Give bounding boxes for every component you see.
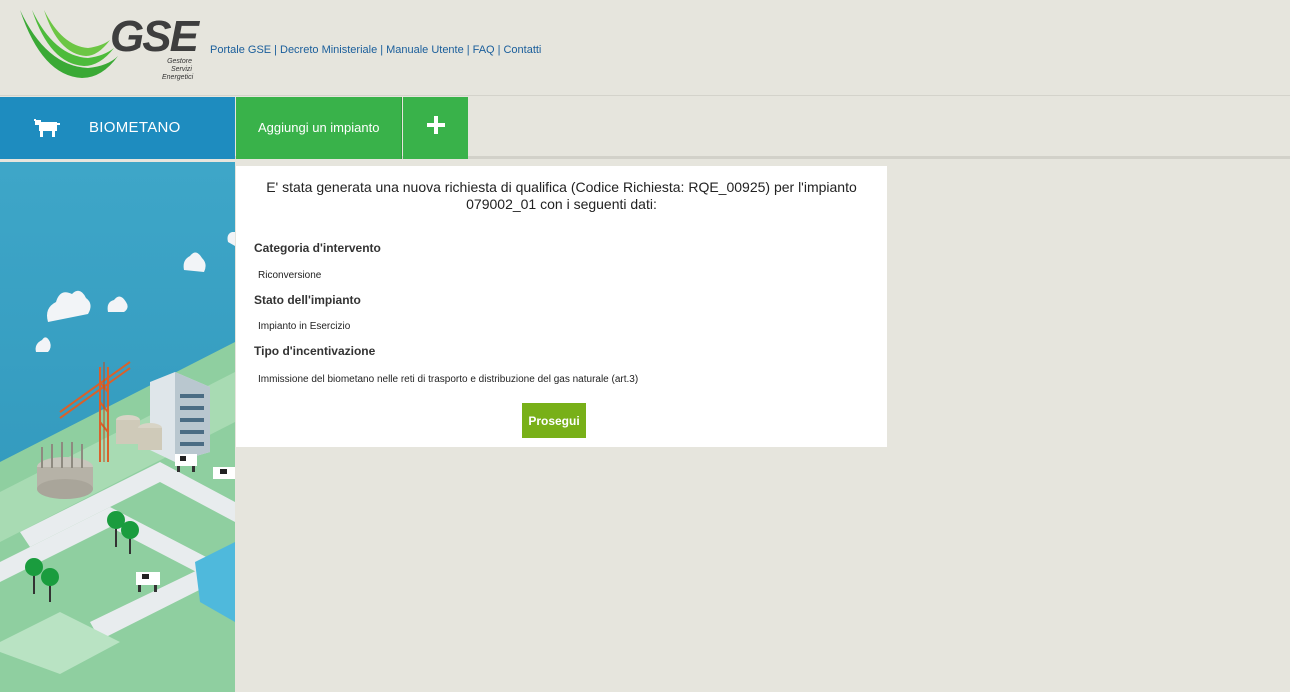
link-separator: | [274, 44, 277, 56]
biomethane-landscape-illustration [0, 162, 235, 692]
add-plant-label: Aggiungi un impianto [258, 120, 380, 135]
gse-logo-swoosh-icon [20, 10, 118, 78]
section-title-tipo-incentivazione: Tipo d'incentivazione [254, 344, 376, 358]
nav-bar: BIOMETANO Aggiungi un impianto [0, 97, 1290, 159]
section-title-categoria: Categoria d'intervento [254, 241, 381, 255]
add-plant-plus-button[interactable] [403, 97, 468, 159]
link-portale-gse[interactable]: Portale GSE [210, 44, 271, 56]
prosegui-button[interactable]: Prosegui [522, 403, 586, 438]
request-summary-card: E' stata generata una nuova richiesta di… [236, 166, 887, 447]
section-title-stato: Stato dell'impianto [254, 293, 361, 307]
request-message: E' stata generata una nuova richiesta di… [266, 179, 857, 212]
logo-sub-line: Gestore [167, 58, 192, 65]
nav-section-label: BIOMETANO [89, 119, 181, 136]
logo-subtitle: Gestore Servizi Energetici [162, 58, 194, 82]
biomethane-illustration [0, 162, 235, 692]
nav-section-biometano[interactable]: BIOMETANO [0, 97, 235, 159]
link-contatti[interactable]: Contatti [503, 44, 541, 56]
section-value-categoria: Riconversione [258, 270, 322, 281]
top-links: Portale GSE | Decreto Ministeriale | Manuale… [210, 44, 541, 56]
link-separator: | [466, 44, 470, 56]
logo-sub-line: Servizi [170, 66, 192, 73]
header: GSE Gestore Servizi Energetici Portale G… [0, 0, 1290, 96]
section-value-stato: Impianto in Esercizio [258, 321, 351, 332]
link-separator: | [497, 44, 501, 56]
logo-title: GSE [110, 12, 199, 61]
gse-logo[interactable]: GSE Gestore Servizi Energetici [18, 6, 199, 90]
link-manuale-utente[interactable]: Manuale Utente [386, 44, 464, 56]
link-decreto-ministeriale[interactable]: Decreto Ministeriale [280, 44, 377, 56]
link-faq[interactable]: FAQ [473, 44, 495, 56]
link-separator: | [380, 44, 384, 56]
logo-sub-line: Energetici [162, 74, 194, 81]
add-plant-button[interactable]: Aggiungi un impianto [236, 97, 402, 159]
section-value-tipo-incentivazione: Immissione del biometano nelle reti di t… [258, 374, 639, 385]
cow-icon [34, 119, 60, 137]
plus-icon [427, 116, 445, 134]
